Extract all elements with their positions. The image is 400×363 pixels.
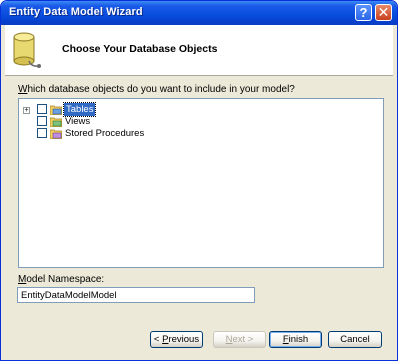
finish-label: Finish bbox=[282, 334, 309, 345]
prompt-rest: hich database objects do you want to inc… bbox=[27, 84, 295, 95]
stored-procedures-label[interactable]: Stored Procedures bbox=[65, 127, 144, 140]
tables-checkbox[interactable] bbox=[37, 104, 47, 114]
wizard-window: Entity Data Model Wizard ? ✕ Choose Your… bbox=[0, 0, 398, 361]
help-button[interactable]: ? bbox=[355, 4, 372, 21]
views-checkbox[interactable] bbox=[37, 116, 47, 126]
close-icon: ✕ bbox=[377, 4, 390, 20]
tables-folder-icon bbox=[50, 105, 62, 115]
cancel-label: Cancel bbox=[340, 334, 370, 345]
previous-button[interactable]: < Previous bbox=[150, 331, 203, 348]
close-button[interactable]: ✕ bbox=[375, 4, 392, 21]
namespace-label: Model Namespace: bbox=[18, 274, 104, 285]
views-folder-icon bbox=[50, 117, 62, 127]
wizard-body: Which database objects do you want to in… bbox=[5, 76, 393, 356]
page-title: Choose Your Database Objects bbox=[62, 43, 218, 55]
window-title: Entity Data Model Wizard bbox=[9, 6, 143, 18]
access-key: P bbox=[162, 334, 169, 345]
next-button[interactable]: Next > bbox=[213, 331, 266, 348]
access-key: F bbox=[282, 334, 289, 345]
previous-label: < Previous bbox=[153, 334, 200, 345]
next-label: Next > bbox=[225, 334, 254, 345]
cancel-button[interactable]: Cancel bbox=[328, 331, 382, 348]
namespace-label-rest: odel Namespace: bbox=[26, 274, 105, 285]
title-bar[interactable]: Entity Data Model Wizard ? ✕ bbox=[1, 1, 397, 25]
access-key: N bbox=[225, 334, 233, 345]
finish-button[interactable]: Finish bbox=[269, 331, 322, 348]
wizard-header: Choose Your Database Objects bbox=[5, 25, 393, 76]
objects-prompt-label: Which database objects do you want to in… bbox=[18, 84, 295, 95]
tree-item-stored-procedures[interactable]: Stored Procedures bbox=[19, 127, 219, 140]
database-objects-tree[interactable]: + Tables Views Stored Procedures bbox=[18, 98, 384, 268]
database-icon bbox=[13, 32, 41, 68]
stored-procedures-folder-icon bbox=[50, 129, 62, 139]
expand-icon[interactable]: + bbox=[23, 107, 30, 114]
namespace-input[interactable] bbox=[17, 287, 255, 303]
stored-procedures-checkbox[interactable] bbox=[37, 128, 47, 138]
help-icon: ? bbox=[359, 5, 368, 20]
